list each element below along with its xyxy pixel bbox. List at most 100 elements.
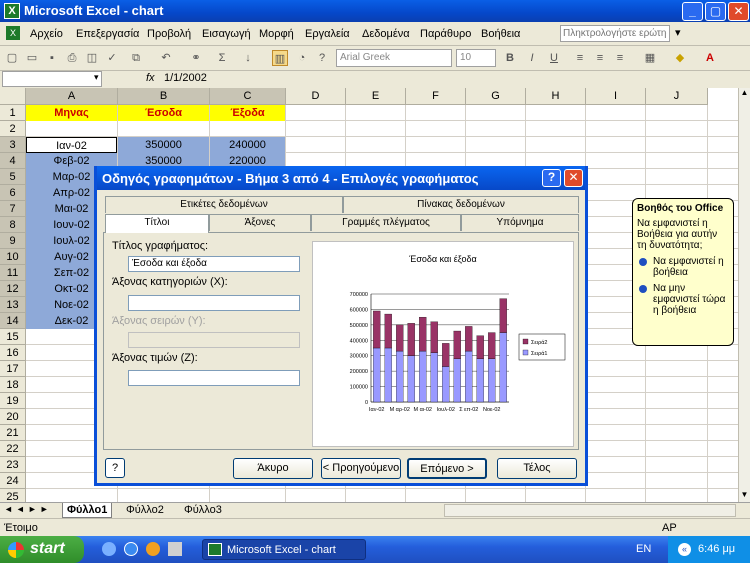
menu-insert[interactable]: Εισαγωγή bbox=[202, 28, 251, 40]
bold-icon[interactable]: B bbox=[502, 50, 518, 66]
row-header-22[interactable]: 22 bbox=[0, 441, 26, 457]
font-size-select[interactable]: 10 bbox=[456, 49, 496, 67]
help-icon[interactable]: ? bbox=[314, 50, 330, 66]
language-indicator[interactable]: EN bbox=[636, 543, 651, 555]
column-header-d[interactable]: D bbox=[286, 88, 346, 105]
menu-file[interactable]: Αρχείο bbox=[30, 28, 63, 40]
namebox-dropdown-icon[interactable]: ▾ bbox=[94, 72, 99, 83]
tab-legend[interactable]: Υπόμνημα bbox=[461, 214, 579, 231]
row-header-21[interactable]: 21 bbox=[0, 425, 26, 441]
hyperlink-icon[interactable]: ⚭ bbox=[188, 50, 204, 66]
scroll-up-icon[interactable]: ▲ bbox=[739, 88, 750, 100]
tab-data-table[interactable]: Πίνακας δεδομένων bbox=[343, 196, 579, 213]
cell-a3[interactable]: Ιαν-02 bbox=[26, 137, 117, 153]
column-header-j[interactable]: J bbox=[646, 88, 708, 105]
sort-icon[interactable]: ↓ bbox=[240, 50, 256, 66]
window-titlebar[interactable]: X Microsoft Excel - chart _ ▢ ✕ bbox=[0, 0, 750, 22]
header-cell-a[interactable]: Μηνας bbox=[26, 105, 117, 121]
tab-titles[interactable]: Τίτλοι bbox=[105, 214, 209, 233]
select-all-corner[interactable] bbox=[0, 88, 26, 105]
sheet-tab-3[interactable]: Φύλλο3 bbox=[180, 503, 226, 518]
menu-tools[interactable]: Εργαλεία bbox=[305, 28, 350, 40]
print-icon[interactable]: ⎙ bbox=[64, 50, 80, 66]
dialog-help-icon[interactable]: ? bbox=[542, 169, 561, 187]
workbook-icon[interactable]: X bbox=[6, 26, 20, 40]
name-box[interactable] bbox=[2, 71, 102, 87]
menu-edit[interactable]: Επεξεργασία bbox=[76, 28, 139, 40]
quicklaunch-show-desktop-icon[interactable] bbox=[168, 542, 182, 556]
column-header-b[interactable]: B bbox=[118, 88, 210, 105]
copy-icon[interactable]: ⧉ bbox=[128, 50, 144, 66]
tray-expand-icon[interactable]: « bbox=[678, 543, 691, 556]
row-header-11[interactable]: 11 bbox=[0, 265, 26, 281]
horizontal-scrollbar[interactable] bbox=[444, 504, 736, 517]
column-header-h[interactable]: H bbox=[526, 88, 586, 105]
row-header-4[interactable]: 4 bbox=[0, 153, 26, 169]
drawing-icon[interactable]: ◔ bbox=[294, 50, 310, 66]
preview-icon[interactable]: ◫ bbox=[84, 50, 100, 66]
formula-value[interactable]: 1/1/2002 bbox=[164, 72, 207, 84]
menu-format[interactable]: Μορφή bbox=[259, 28, 294, 40]
dialog-close-icon[interactable]: ✕ bbox=[564, 169, 583, 187]
chart-wizard-icon[interactable]: ▥ bbox=[272, 50, 288, 66]
tab-axes[interactable]: Άξονες bbox=[209, 214, 311, 231]
sheet-tab-1[interactable]: Φύλλο1 bbox=[62, 503, 113, 518]
maximize-icon[interactable]: ▢ bbox=[705, 2, 726, 21]
row-header-7[interactable]: 7 bbox=[0, 201, 26, 217]
value-axis-input[interactable] bbox=[128, 370, 300, 386]
undo-icon[interactable]: ↶ bbox=[158, 50, 174, 66]
tab-data-labels[interactable]: Ετικέτες δεδομένων bbox=[105, 196, 343, 213]
font-color-icon[interactable]: A bbox=[702, 50, 718, 66]
spelling-icon[interactable]: ✓ bbox=[104, 50, 120, 66]
quicklaunch-browser-icon[interactable] bbox=[124, 542, 138, 556]
italic-icon[interactable]: I bbox=[524, 50, 540, 66]
header-cell-c[interactable]: Έξοδα bbox=[210, 105, 285, 121]
font-name-select[interactable]: Arial Greek bbox=[336, 49, 452, 67]
column-header-a[interactable]: A bbox=[26, 88, 118, 105]
column-header-c[interactable]: C bbox=[210, 88, 286, 105]
category-axis-input[interactable] bbox=[128, 295, 300, 311]
row-header-12[interactable]: 12 bbox=[0, 281, 26, 297]
minimize-icon[interactable]: _ bbox=[682, 2, 703, 21]
cell-b3[interactable]: 350000 bbox=[118, 137, 209, 153]
row-header-3[interactable]: 3 bbox=[0, 137, 26, 153]
row-header-17[interactable]: 17 bbox=[0, 361, 26, 377]
borders-icon[interactable]: ▦ bbox=[642, 50, 658, 66]
menu-help[interactable]: Βοήθεια bbox=[481, 28, 520, 40]
row-header-6[interactable]: 6 bbox=[0, 185, 26, 201]
fill-color-icon[interactable]: ◆ bbox=[672, 50, 688, 66]
row-header-16[interactable]: 16 bbox=[0, 345, 26, 361]
align-right-icon[interactable]: ≡ bbox=[612, 50, 628, 66]
row-header-25[interactable]: 25 bbox=[0, 489, 26, 502]
row-header-1[interactable]: 1 bbox=[0, 105, 26, 121]
column-header-g[interactable]: G bbox=[466, 88, 526, 105]
underline-icon[interactable]: U bbox=[546, 50, 562, 66]
close-icon[interactable]: ✕ bbox=[728, 2, 749, 21]
menu-data[interactable]: Δεδομένα bbox=[362, 28, 410, 40]
chart-title-input[interactable]: Έσοδα και έξοδα bbox=[128, 256, 300, 272]
row-header-23[interactable]: 23 bbox=[0, 457, 26, 473]
scroll-down-icon[interactable]: ▼ bbox=[739, 490, 750, 502]
cancel-button[interactable]: Άκυρο bbox=[233, 458, 313, 479]
menu-window[interactable]: Παράθυρο bbox=[420, 28, 471, 40]
row-header-24[interactable]: 24 bbox=[0, 473, 26, 489]
column-header-i[interactable]: I bbox=[586, 88, 646, 105]
tab-scroll-arrows-icon[interactable]: ◄◄►► bbox=[4, 504, 52, 514]
row-header-13[interactable]: 13 bbox=[0, 297, 26, 313]
align-center-icon[interactable]: ≡ bbox=[592, 50, 608, 66]
help-search-dropdown-icon[interactable]: ▾ bbox=[675, 26, 681, 39]
column-header-f[interactable]: F bbox=[406, 88, 466, 105]
next-button[interactable]: Επόμενο > bbox=[407, 458, 487, 479]
row-header-20[interactable]: 20 bbox=[0, 409, 26, 425]
quicklaunch-ie-icon[interactable] bbox=[102, 542, 116, 556]
vertical-scrollbar[interactable]: ▲ ▼ bbox=[738, 88, 750, 502]
row-header-19[interactable]: 19 bbox=[0, 393, 26, 409]
tab-gridlines[interactable]: Γραμμές πλέγματος bbox=[311, 214, 461, 231]
row-header-15[interactable]: 15 bbox=[0, 329, 26, 345]
column-header-e[interactable]: E bbox=[346, 88, 406, 105]
row-header-9[interactable]: 9 bbox=[0, 233, 26, 249]
open-icon[interactable]: ▭ bbox=[24, 50, 40, 66]
start-button[interactable]: start bbox=[0, 536, 84, 563]
row-header-18[interactable]: 18 bbox=[0, 377, 26, 393]
row-header-14[interactable]: 14 bbox=[0, 313, 26, 329]
